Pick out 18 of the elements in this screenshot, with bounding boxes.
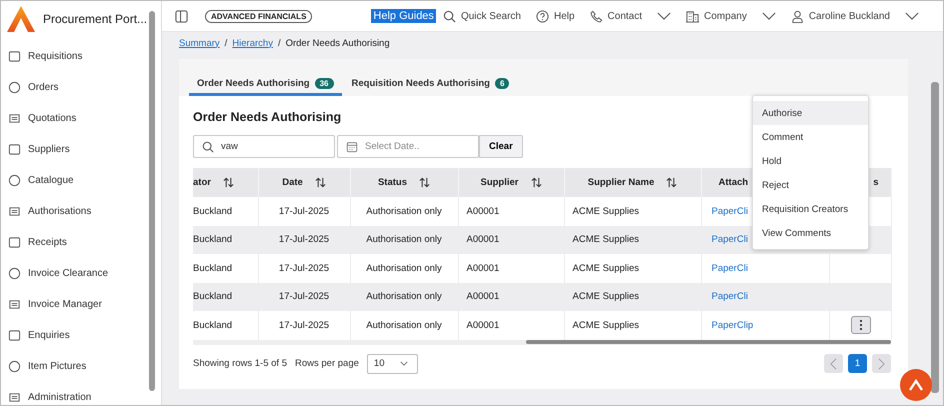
table-cell: A00001	[458, 226, 564, 254]
app-title: Procurement Port...	[43, 12, 148, 26]
breadcrumb-separator: /	[278, 38, 281, 48]
table-cell: Buckland	[193, 282, 258, 311]
table-cell: A00001	[458, 282, 564, 311]
breadcrumb-separator: /	[224, 38, 228, 48]
table-cell: ACME Supplies	[564, 226, 701, 254]
rows-summary: Showing rows 1-5 of 5	[193, 358, 287, 369]
table-cell: Buckland	[193, 226, 258, 254]
table-cell: Authorisation only	[350, 226, 458, 254]
table-cell: Authorisation only	[350, 282, 458, 311]
table-cell: 17-Jul-2025	[258, 226, 350, 254]
rows-per-page-label: Rows per page	[295, 358, 359, 369]
breadcrumb-current: Order Needs Authorising	[286, 38, 390, 48]
table-cell: 17-Jul-2025	[258, 282, 350, 311]
product-badge: ADVANCED FINANCIALS	[205, 10, 312, 22]
table-cell: ACME Supplies	[564, 282, 701, 311]
panel-title: Order Needs Authorising	[193, 110, 342, 124]
